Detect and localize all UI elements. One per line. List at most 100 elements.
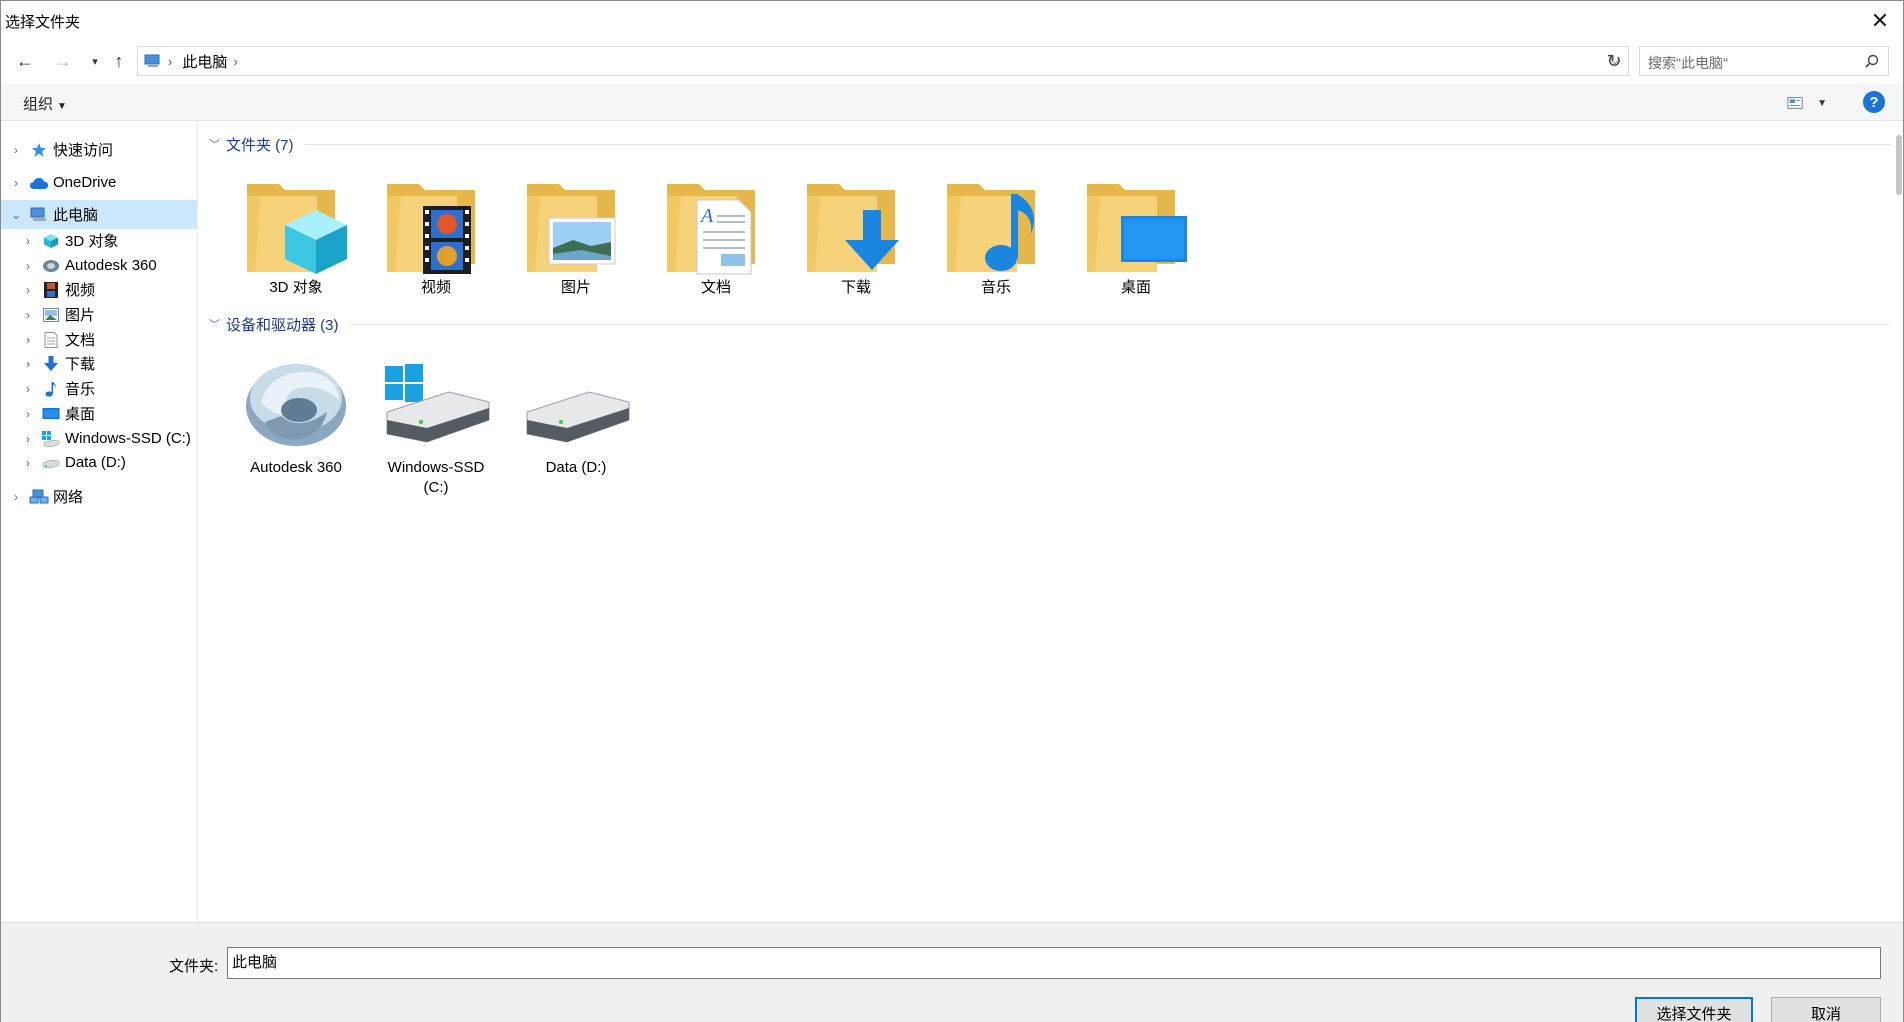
chevron-right-icon[interactable]: › xyxy=(233,54,237,69)
chevron-right-icon[interactable]: › xyxy=(21,357,35,371)
select-folder-button[interactable]: 选择文件夹 xyxy=(1635,997,1753,1022)
cube-folder-icon xyxy=(241,170,351,278)
folder-label: 音乐 xyxy=(980,279,1011,296)
sidebar-item-label: 3D 对象 xyxy=(65,233,119,250)
chevron-down-icon: ﹀ xyxy=(209,139,220,151)
search-placeholder: 搜索"此电脑" xyxy=(1648,55,1728,71)
search-input[interactable]: 搜索"此电脑" xyxy=(1639,46,1889,76)
sidebar-item-label: Windows-SSD (C:) xyxy=(65,430,191,447)
chevron-right-icon[interactable]: › xyxy=(21,283,35,297)
command-bar: 组织 ▼ ▼ ? xyxy=(1,83,1903,121)
drive-tile[interactable]: Windows-SSD (C:) xyxy=(371,350,501,498)
devices-group-header[interactable]: ﹀ 设备和驱动器 (3) xyxy=(201,312,1891,336)
drive-icon xyxy=(41,454,61,472)
sidebar-item[interactable]: › 网络 xyxy=(1,482,197,511)
document-icon xyxy=(41,331,61,349)
sidebar-item[interactable]: › Data (D:) xyxy=(1,448,197,477)
sidebar-item[interactable]: › 快速访问 xyxy=(1,135,197,164)
address-bar[interactable]: › 此电脑 › ⌵ xyxy=(137,46,1629,76)
folder-label: 3D 对象 xyxy=(269,279,323,296)
computer-icon xyxy=(29,206,49,224)
folder-tile[interactable]: 音乐 xyxy=(931,170,1061,298)
chevron-right-icon[interactable]: › xyxy=(21,407,35,421)
star-icon xyxy=(29,141,49,159)
folders-group-header[interactable]: ﹀ 文件夹 (7) xyxy=(201,132,1891,156)
chevron-down-icon[interactable]: ⌄ xyxy=(9,208,23,222)
folder-label: 下载 xyxy=(840,279,871,296)
folder-tile[interactable]: 桌面 xyxy=(1071,170,1201,298)
autodesk-icon xyxy=(41,257,61,275)
pictures-folder-icon xyxy=(521,170,631,278)
music-icon xyxy=(41,380,61,398)
forward-button[interactable]: → xyxy=(49,47,77,75)
picture-icon xyxy=(41,306,61,324)
folder-tile[interactable]: 视频 xyxy=(371,170,501,298)
folder-tile[interactable]: 图片 xyxy=(511,170,641,298)
view-icon xyxy=(1787,97,1803,109)
folders-group-label: 文件夹 (7) xyxy=(226,136,294,154)
documents-folder-icon: A xyxy=(661,170,771,278)
close-button[interactable]: ✕ xyxy=(1857,1,1903,41)
sidebar-item-label: 文档 xyxy=(65,332,96,349)
cancel-button[interactable]: 取消 xyxy=(1771,997,1881,1022)
refresh-button[interactable]: ↻ xyxy=(1601,48,1627,74)
sidebar-item-label: Autodesk 360 xyxy=(65,257,157,274)
chevron-right-icon[interactable]: › xyxy=(21,333,35,347)
chevron-down-icon: ▾ xyxy=(92,55,98,68)
cloud-icon xyxy=(29,174,49,192)
chevron-right-icon[interactable]: › xyxy=(9,490,23,504)
svg-text:A: A xyxy=(699,205,714,227)
chevron-right-icon[interactable]: › xyxy=(9,176,23,190)
organize-menu[interactable]: 组织 ▼ xyxy=(23,93,67,114)
up-button[interactable]: ↑ xyxy=(105,47,133,75)
network-icon xyxy=(29,488,49,506)
caret-down-icon: ▼ xyxy=(1817,97,1827,109)
drive-label: Windows-SSD (C:) xyxy=(387,459,485,496)
chevron-right-icon[interactable]: › xyxy=(21,234,35,248)
breadcrumb[interactable]: 此电脑 xyxy=(182,51,227,72)
folder-tile[interactable]: A 文档 xyxy=(651,170,781,298)
sidebar-item-label: 下载 xyxy=(65,356,96,373)
drive-tile[interactable]: Data (D:) xyxy=(511,350,641,478)
content-pane: ﹀ 文件夹 (7) 3D 对象 视频 图片 A 文档 下载 音乐 桌面 ﹀ 设备和驱动器 (3… xyxy=(201,122,1891,922)
change-view-button[interactable]: ▼ xyxy=(1787,93,1827,113)
chevron-right-icon[interactable]: › xyxy=(21,308,35,322)
navigation-bar: ← → ▾ ↑ › 此电脑 › ⌵ ↻ 搜索"此电脑" xyxy=(1,43,1903,79)
window-title: 选择文件夹 xyxy=(5,14,81,31)
data-drive-icon xyxy=(521,350,631,458)
dialog-footer: 文件夹: 此电脑 选择文件夹 取消 xyxy=(1,922,1903,1022)
navigation-pane: › 快速访问 › OneDrive ⌄ 此电脑 › 3D 对象 › Autodesk 360 › 视频… xyxy=(1,122,198,922)
back-button[interactable]: ← xyxy=(11,47,39,75)
music-folder-icon xyxy=(941,170,1051,278)
sidebar-item[interactable]: ⌄ 此电脑 xyxy=(1,200,197,229)
divider xyxy=(348,323,1891,325)
scrollbar[interactable] xyxy=(1896,135,1902,195)
chevron-right-icon[interactable]: › xyxy=(21,432,35,446)
video-folder-icon xyxy=(381,170,491,278)
chevron-right-icon[interactable]: › xyxy=(21,456,35,470)
folder-name-input[interactable]: 此电脑 xyxy=(227,947,1881,979)
drive-tile[interactable]: Autodesk 360 xyxy=(231,350,361,478)
chevron-right-icon: › xyxy=(168,53,173,69)
cube-icon xyxy=(41,232,61,250)
sidebar-item[interactable]: › OneDrive xyxy=(1,168,197,197)
chevron-right-icon[interactable]: › xyxy=(9,143,23,157)
close-icon: ✕ xyxy=(1870,8,1890,33)
devices-group-label: 设备和驱动器 (3) xyxy=(226,316,339,334)
chevron-right-icon[interactable]: › xyxy=(21,382,35,396)
folder-tile[interactable]: 下载 xyxy=(791,170,921,298)
arrow-up-icon: ↑ xyxy=(114,50,124,71)
sidebar-item-label: 图片 xyxy=(65,307,96,324)
chevron-right-icon[interactable]: › xyxy=(21,259,35,273)
film-icon xyxy=(41,281,61,299)
help-icon[interactable]: ? xyxy=(1863,91,1885,113)
downloads-folder-icon xyxy=(801,170,911,278)
folder-tile[interactable]: 3D 对象 xyxy=(231,170,361,298)
download-icon xyxy=(41,355,61,373)
sidebar-item-label: 音乐 xyxy=(65,381,96,398)
organize-label: 组织 xyxy=(23,96,54,113)
chevron-down-icon: ﹀ xyxy=(209,319,220,331)
windows-drive-icon xyxy=(41,430,61,448)
folder-label: 视频 xyxy=(420,279,451,296)
title-bar: 选择文件夹 ✕ xyxy=(1,1,1903,41)
